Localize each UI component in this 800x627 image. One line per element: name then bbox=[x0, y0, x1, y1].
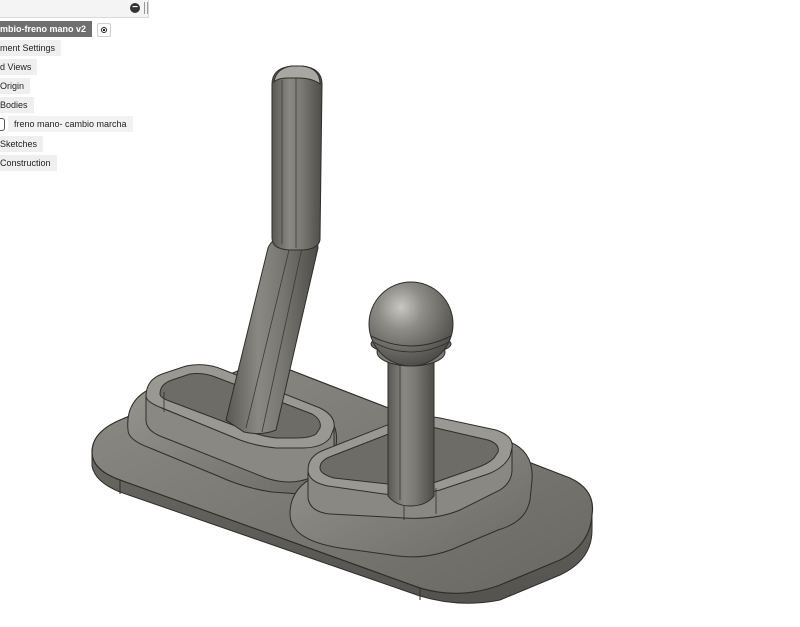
browser-item-origin[interactable]: Origin bbox=[0, 78, 31, 94]
gear-stick bbox=[387, 359, 435, 507]
canvas-viewport[interactable] bbox=[0, 0, 800, 627]
browser-item-document-settings[interactable]: ment Settings bbox=[0, 40, 62, 56]
radio-target-icon[interactable] bbox=[97, 23, 111, 37]
browser-header bbox=[0, 0, 149, 18]
panel-grip-icon[interactable] bbox=[144, 2, 148, 14]
minus-circle-icon[interactable] bbox=[130, 3, 140, 13]
gear-knob bbox=[368, 281, 454, 367]
browser-item-body[interactable]: freno mano- cambio marcha bbox=[8, 116, 133, 132]
browser-root-node[interactable]: mbio-freno mano v2 bbox=[0, 21, 93, 37]
visibility-icon[interactable] bbox=[0, 118, 5, 131]
browser-item-construction[interactable]: Construction bbox=[0, 155, 57, 171]
3d-model[interactable] bbox=[0, 0, 800, 627]
browser-item-sketches[interactable]: Sketches bbox=[0, 136, 44, 152]
browser-item-named-views[interactable]: d Views bbox=[0, 59, 38, 75]
handbrake-lever-upper bbox=[271, 65, 323, 251]
browser-item-bodies[interactable]: Bodies bbox=[0, 97, 34, 113]
